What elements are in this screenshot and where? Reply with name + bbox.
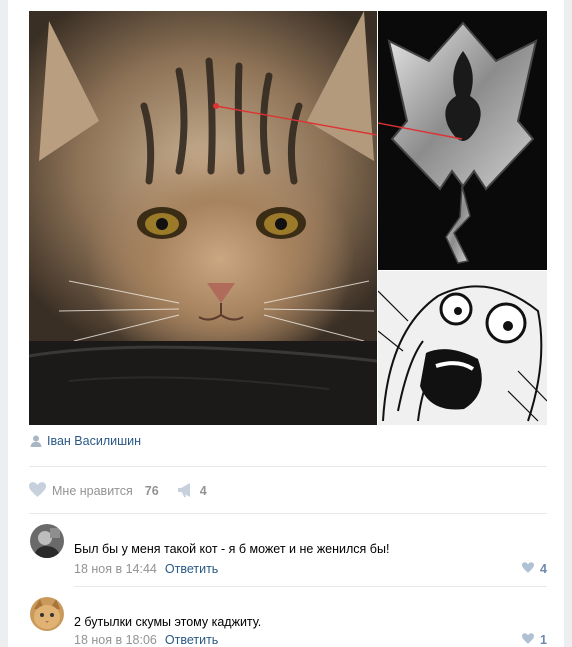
- comment-meta: 18 ноя в 18:06 Ответить: [74, 633, 218, 647]
- avatar[interactable]: [30, 597, 64, 631]
- person-icon: [30, 432, 42, 451]
- reply-button[interactable]: Ответить: [165, 562, 218, 576]
- skyrim-emblem-image[interactable]: [378, 11, 547, 270]
- avatar[interactable]: [30, 524, 64, 558]
- comment: Был бы у меня такой кот - я б может и не…: [29, 524, 547, 580]
- cat-photo[interactable]: [29, 11, 377, 425]
- comment-like-count: 1: [540, 633, 547, 647]
- comment-date[interactable]: 18 ноя в 18:06: [74, 633, 157, 647]
- post-author[interactable]: Іван Василишин: [30, 432, 141, 450]
- reply-button[interactable]: Ответить: [165, 633, 218, 647]
- rage-face-image[interactable]: [378, 271, 547, 425]
- post-card: Іван Василишин Мне нравится 76 4 Был бы …: [8, 0, 564, 647]
- comment-text: Был бы у меня такой кот - я б может и не…: [74, 542, 390, 556]
- like-button[interactable]: Мне нравится 76: [29, 482, 159, 500]
- megaphone-icon: [177, 482, 194, 500]
- comment: 2 бутылки скумы этому каджиту. 18 ноя в …: [29, 597, 547, 647]
- comment-like-count: 4: [540, 562, 547, 576]
- post-actions: Мне нравится 76 4: [29, 480, 207, 502]
- comment-meta: 18 ноя в 14:44 Ответить: [74, 562, 218, 576]
- heart-icon: [522, 633, 535, 647]
- repost-button[interactable]: 4: [177, 482, 207, 500]
- divider: [29, 466, 547, 467]
- like-count: 76: [144, 484, 159, 498]
- author-name[interactable]: Іван Василишин: [47, 434, 141, 448]
- repost-count: 4: [199, 484, 207, 498]
- comment-like-button[interactable]: 4: [522, 562, 547, 576]
- heart-icon: [29, 482, 46, 500]
- like-label: Мне нравится: [52, 484, 133, 498]
- heart-icon: [522, 562, 535, 576]
- divider: [74, 586, 547, 587]
- comment-date[interactable]: 18 ноя в 14:44: [74, 562, 157, 576]
- comment-like-button[interactable]: 1: [522, 633, 547, 647]
- comment-text: 2 бутылки скумы этому каджиту.: [74, 615, 262, 629]
- divider: [29, 513, 547, 514]
